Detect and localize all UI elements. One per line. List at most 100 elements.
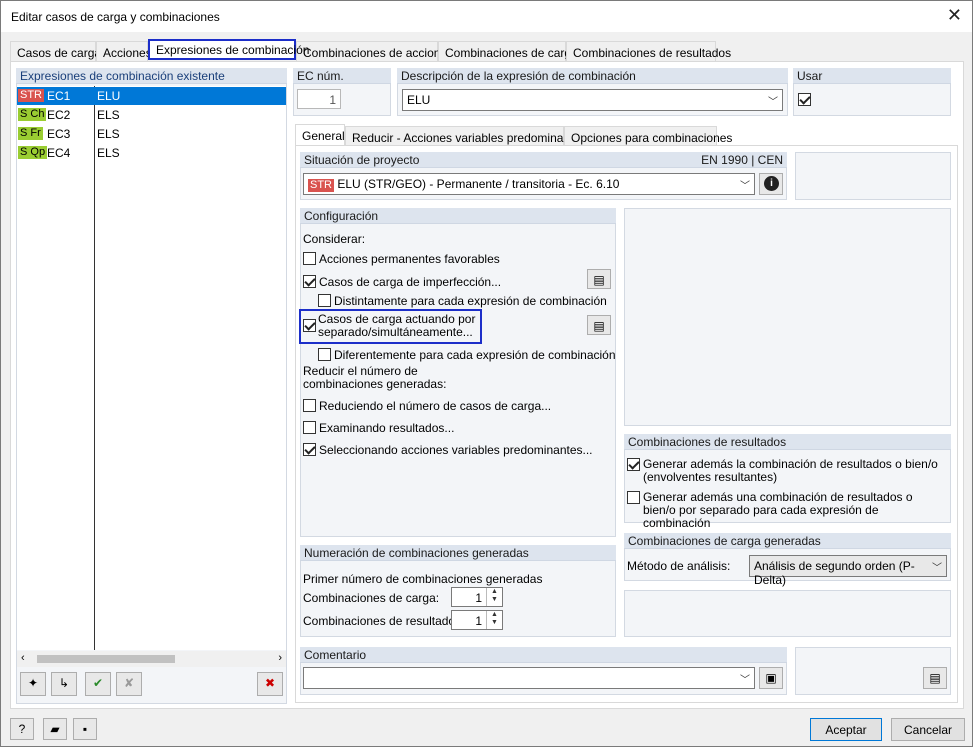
situation-preview bbox=[795, 152, 951, 200]
first-number-label: Primer número de combinaciones generadas bbox=[303, 572, 543, 586]
separate-edit-icon[interactable]: ▤ bbox=[587, 315, 611, 335]
subtab-general[interactable]: General bbox=[295, 124, 345, 145]
result-comb-number-label: Combinaciones de resultados: bbox=[303, 614, 465, 628]
distinct-each-checkbox[interactable] bbox=[318, 294, 331, 307]
distinct-each-label: Distintamente para cada expresión de com… bbox=[334, 294, 607, 308]
generated-preview-panel bbox=[624, 590, 951, 637]
result-comb-number-value: 1 bbox=[475, 614, 482, 628]
info-button[interactable]: i bbox=[759, 173, 783, 195]
chevron-down-icon: ﹀ bbox=[768, 97, 778, 108]
analysis-method-label: Método de análisis: bbox=[627, 559, 731, 573]
chevron-down-icon: ﹀ bbox=[740, 675, 750, 686]
analysis-method-select[interactable]: Análisis de segundo orden (P-Delta) ﹀ bbox=[749, 555, 947, 587]
comment-combo[interactable]: ﹀ bbox=[303, 667, 755, 689]
expression-tag: S Fr bbox=[18, 127, 43, 140]
ec-num-field[interactable]: 1 bbox=[297, 89, 341, 109]
description-label: Descripción de la expresión de combinaci… bbox=[397, 68, 788, 84]
imperfection-checkbox[interactable] bbox=[303, 275, 316, 288]
analysis-method-value: Análisis de segundo orden (P-Delta) bbox=[754, 559, 915, 587]
expression-id: EC1 bbox=[47, 89, 71, 103]
imperfection-edit-icon[interactable]: ▤ bbox=[587, 269, 611, 289]
list-item[interactable]: S Fr EC3 ELS bbox=[17, 125, 286, 143]
considerar-label: Considerar: bbox=[303, 232, 366, 246]
reduce-loadcases-checkbox[interactable] bbox=[303, 399, 316, 412]
info-icon: i bbox=[764, 176, 779, 191]
load-comb-number-label: Combinaciones de carga: bbox=[303, 591, 440, 605]
situation-value: ELU (STR/GEO) - Permanente / transitoria… bbox=[337, 177, 620, 191]
situation-tag: STR bbox=[308, 179, 334, 192]
result-combinations-header: Combinaciones de resultados bbox=[624, 434, 951, 450]
spin-arrows-icon[interactable]: ▲ ▼ bbox=[486, 588, 502, 606]
reducir-label: Reducir el número de combinaciones gener… bbox=[303, 364, 447, 391]
expression-desc: ELS bbox=[97, 108, 120, 122]
save-icon[interactable]: ▪ bbox=[73, 718, 97, 740]
list-column-divider bbox=[94, 86, 95, 650]
expression-tag: S Qp bbox=[18, 146, 48, 159]
separate-simultaneous-checkbox[interactable] bbox=[303, 319, 316, 332]
scroll-right-icon[interactable]: › bbox=[278, 652, 282, 664]
tab-combinaciones-de-acciones[interactable]: Combinaciones de acciones bbox=[296, 41, 453, 62]
expression-id: EC3 bbox=[47, 127, 71, 141]
close-icon[interactable]: ✕ bbox=[947, 6, 962, 24]
expression-tag: S Ch bbox=[18, 108, 47, 121]
select-leading-checkbox[interactable] bbox=[303, 443, 316, 456]
load-comb-number-stepper[interactable]: 1 ▲ ▼ bbox=[451, 587, 503, 607]
generated-load-comb-header: Combinaciones de carga generadas bbox=[624, 533, 951, 549]
subtab-reducir[interactable]: Reducir - Acciones variables predominant… bbox=[345, 126, 586, 145]
load-comb-number-value: 1 bbox=[475, 591, 482, 605]
check-all-icon[interactable]: ✔ bbox=[85, 672, 111, 696]
favorable-permanent-checkbox[interactable] bbox=[303, 252, 316, 265]
generate-result-combination-checkbox[interactable] bbox=[627, 458, 640, 471]
situation-label: Situación de proyecto bbox=[304, 153, 420, 167]
generate-result-combination-label: Generar además la combinación de resulta… bbox=[643, 457, 938, 484]
uncheck-all-icon[interactable]: ✘ bbox=[116, 672, 142, 696]
tab-casos-de-carga[interactable]: Casos de carga bbox=[10, 41, 101, 62]
expression-desc: ELS bbox=[97, 127, 120, 141]
window-title: Editar casos de carga y combinaciones bbox=[11, 10, 220, 24]
examine-results-checkbox[interactable] bbox=[303, 421, 316, 434]
tab-acciones[interactable]: Acciones bbox=[96, 41, 152, 62]
tab-expresiones-de-combinacion[interactable]: Expresiones de combinación bbox=[148, 39, 309, 60]
description-combo[interactable]: ELU ﹀ bbox=[402, 89, 783, 111]
situation-norm: EN 1990 | CEN bbox=[701, 153, 783, 167]
scroll-left-icon[interactable]: ‹ bbox=[21, 652, 25, 664]
situation-display: STR ELU (STR/GEO) - Permanente / transit… bbox=[308, 177, 619, 192]
different-each-checkbox[interactable] bbox=[318, 348, 331, 361]
cancel-button[interactable]: Cancelar bbox=[891, 718, 965, 741]
different-each-label: Diferentemente para cada expresión de co… bbox=[334, 348, 616, 362]
horizontal-scrollbar[interactable]: ‹ › bbox=[17, 651, 286, 667]
delete-icon[interactable]: ✖ bbox=[257, 672, 283, 696]
situation-header: Situación de proyecto EN 1990 | CEN bbox=[300, 152, 787, 168]
situation-combo[interactable]: STR ELU (STR/GEO) - Permanente / transit… bbox=[303, 173, 755, 195]
list-item[interactable]: S Ch EC2 ELS bbox=[17, 106, 286, 124]
help-icon[interactable]: ? bbox=[10, 718, 34, 740]
list-item[interactable]: S Qp EC4 ELS bbox=[17, 144, 286, 162]
scroll-thumb[interactable] bbox=[37, 655, 175, 663]
usar-checkbox[interactable] bbox=[798, 93, 811, 106]
list-item[interactable]: STR EC1 ELU bbox=[17, 87, 286, 105]
favorable-permanent-label: Acciones permanentes favorables bbox=[319, 252, 500, 266]
usar-label: Usar bbox=[793, 68, 951, 84]
new-expression-icon[interactable]: ✦ bbox=[20, 672, 46, 696]
expressions-list[interactable] bbox=[17, 86, 286, 650]
subtab-opciones[interactable]: Opciones para combinaciones bbox=[564, 126, 732, 145]
separate-simultaneous-label: Casos de carga actuando por separado/sim… bbox=[318, 312, 476, 339]
tab-combinaciones-de-carga[interactable]: Combinaciones de carga bbox=[438, 41, 578, 62]
open-folder-icon[interactable]: ▰ bbox=[43, 718, 67, 740]
comment-edit-icon[interactable]: ▤ bbox=[923, 667, 947, 689]
spin-arrows-icon[interactable]: ▲ ▼ bbox=[486, 611, 502, 629]
reduce-loadcases-label: Reduciendo el número de casos de carga..… bbox=[319, 399, 552, 413]
ec-num-label: EC núm. bbox=[293, 68, 391, 84]
tab-combinaciones-de-resultados[interactable]: Combinaciones de resultados bbox=[566, 41, 731, 62]
comment-label: Comentario bbox=[300, 647, 787, 663]
chevron-down-icon: ﹀ bbox=[740, 181, 750, 192]
chevron-down-icon: ﹀ bbox=[932, 563, 942, 574]
accept-button[interactable]: Aceptar bbox=[810, 718, 882, 741]
generate-separate-result-checkbox[interactable] bbox=[627, 491, 640, 504]
expression-tag: STR bbox=[18, 89, 44, 102]
renumber-icon[interactable]: ↳ bbox=[51, 672, 77, 696]
result-comb-number-stepper[interactable]: 1 ▲ ▼ bbox=[451, 610, 503, 630]
existing-expressions-header: Expresiones de combinación existente bbox=[16, 68, 287, 84]
comment-library-icon[interactable]: ▣ bbox=[759, 667, 783, 689]
right-preview-panel bbox=[624, 208, 951, 426]
